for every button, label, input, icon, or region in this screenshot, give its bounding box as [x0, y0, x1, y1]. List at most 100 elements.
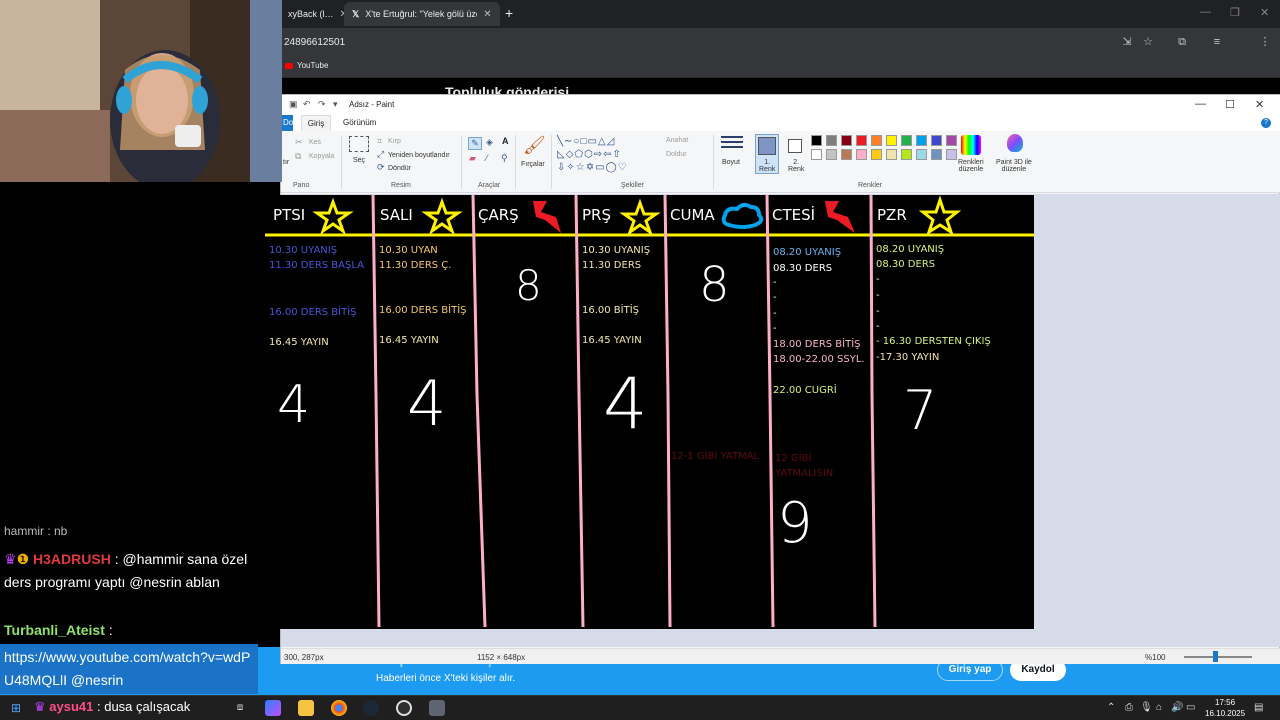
clock[interactable]: 17:56 16.10.2025 — [1205, 697, 1245, 719]
tab-view[interactable]: Görünüm — [343, 115, 376, 131]
close-window-icon[interactable]: ✕ — [1255, 98, 1264, 111]
task-view-icon[interactable]: ⧈ — [232, 700, 248, 716]
menu-icon[interactable]: ⋮ — [1258, 35, 1272, 49]
rotate-button[interactable]: Döndür — [388, 165, 411, 172]
color-swatch[interactable] — [841, 135, 852, 146]
browser-tab-active[interactable]: 𝕏 X'te Ertuğrul: "Yelek gölü üzerin… ✕ — [344, 2, 500, 26]
color-swatch[interactable] — [841, 149, 852, 160]
zoom-slider-thumb[interactable] — [1213, 651, 1218, 662]
eraser-icon[interactable]: ▰ — [469, 153, 476, 164]
badge-icon: ❶ — [16, 551, 30, 567]
paint3d-button[interactable]: Paint 3D ile düzenle — [996, 159, 1032, 173]
restore-icon[interactable]: ❐ — [1230, 6, 1240, 19]
maximize-icon[interactable]: ☐ — [1225, 98, 1235, 111]
chat-username[interactable]: Turbanli_Ateist — [4, 622, 105, 638]
color-swatch[interactable] — [871, 149, 882, 160]
brushes-button[interactable]: Fırçalar — [521, 161, 545, 168]
close-icon[interactable]: ✕ — [483, 9, 491, 20]
save-icon[interactable]: ▣ — [289, 99, 298, 110]
day-total: 4 — [277, 375, 311, 435]
star-icon — [312, 197, 354, 235]
drawing-canvas[interactable]: PTSI SALI ÇARŞ PRŞ CUMA CTESİ PZR 10.30 … — [265, 195, 1034, 629]
color-swatch[interactable] — [916, 149, 927, 160]
customize-icon[interactable]: ▾ — [333, 99, 338, 110]
chat-message-partial: hammir : nb — [4, 524, 68, 536]
color-swatch[interactable] — [886, 149, 897, 160]
copy-button[interactable]: Kopyala — [309, 153, 334, 160]
close-window-icon[interactable]: ✕ — [1260, 6, 1269, 19]
obs-icon[interactable] — [396, 700, 412, 716]
size-button[interactable]: Boyut — [722, 159, 740, 166]
shapes-gallery[interactable]: ╲∼○□▭△◿ ◺◇⬠⬡⇨⇦⇧ ⇩✧☆✡▭◯♡ — [557, 135, 657, 175]
pencil-icon[interactable]: ✎ — [468, 137, 482, 150]
url-text[interactable]: 24896612501 — [284, 37, 345, 48]
size-icon[interactable] — [721, 136, 743, 152]
extensions-icon[interactable]: ⧉ — [1175, 35, 1189, 49]
copilot-icon[interactable] — [265, 700, 281, 716]
chat-username[interactable]: H3ADRUSH — [33, 551, 111, 567]
paint3d-icon[interactable] — [1007, 134, 1023, 152]
windows-start-icon[interactable]: ⊞ — [8, 700, 24, 716]
help-icon[interactable]: ? — [1261, 118, 1271, 128]
paste-label[interactable]: tır — [283, 159, 289, 166]
color-swatch[interactable] — [946, 149, 957, 160]
clock-time: 17:56 — [1215, 698, 1236, 707]
color-swatch[interactable] — [916, 135, 927, 146]
color-swatch[interactable] — [871, 135, 882, 146]
color-swatch[interactable] — [931, 135, 942, 146]
color-swatch[interactable] — [901, 149, 912, 160]
battery-icon[interactable]: ▭ — [1186, 702, 1195, 713]
cut-button[interactable]: Kes — [309, 139, 321, 146]
tray-icon[interactable]: ⎙ — [1125, 702, 1133, 713]
minimize-icon[interactable]: — — [1195, 98, 1206, 110]
select-icon[interactable] — [349, 136, 369, 152]
select-button[interactable]: Seç — [353, 157, 365, 164]
tab-home[interactable]: Giriş — [301, 115, 331, 131]
outline-button[interactable]: Anahat — [666, 137, 688, 144]
redo-icon[interactable]: ↷ — [318, 99, 326, 110]
steam-icon[interactable] — [363, 700, 379, 716]
color-swatch[interactable] — [931, 149, 942, 160]
color1-swatch — [758, 137, 776, 155]
minimize-icon[interactable]: — — [1200, 6, 1211, 18]
edit-colors-icon[interactable] — [961, 135, 981, 155]
edit-colors-button[interactable]: Renkleri düzenle — [958, 159, 984, 173]
star-icon[interactable]: ☆ — [1141, 35, 1155, 49]
folder-icon[interactable] — [298, 700, 314, 716]
color-swatch[interactable] — [901, 135, 912, 146]
volume-icon[interactable]: 🔊 — [1171, 702, 1183, 713]
fill-button[interactable]: Doldur — [666, 151, 687, 158]
browser-tab[interactable]: xyBack (l… ✕ — [280, 2, 348, 26]
color-swatch[interactable] — [946, 135, 957, 146]
text-icon[interactable]: A — [502, 136, 509, 146]
playlist-icon[interactable]: ≡ — [1210, 35, 1224, 49]
magnifier-icon[interactable]: ⚲ — [501, 153, 508, 164]
chrome-icon[interactable] — [331, 700, 347, 716]
resize-button[interactable]: Yeniden boyutlandır — [388, 152, 450, 159]
mic-icon[interactable]: 🎙 — [1140, 702, 1153, 713]
notifications-icon[interactable]: ▤ — [1254, 702, 1263, 713]
color-swatch[interactable] — [811, 149, 822, 160]
zoom-slider[interactable] — [1184, 656, 1252, 658]
chat-username[interactable]: aysu41 — [49, 699, 93, 714]
undo-icon[interactable]: ↶ — [303, 99, 311, 110]
color-swatch[interactable] — [826, 149, 837, 160]
tab-file[interactable]: Dosya — [281, 115, 293, 131]
color-swatch[interactable] — [826, 135, 837, 146]
color-swatch[interactable] — [856, 135, 867, 146]
chevron-up-icon[interactable]: ⌃ — [1107, 702, 1115, 713]
color-swatch[interactable] — [886, 135, 897, 146]
install-icon[interactable]: ⇲ — [1120, 35, 1134, 49]
color-picker-icon[interactable]: ⁄ — [486, 153, 488, 163]
new-tab-icon[interactable]: + — [505, 6, 513, 20]
network-icon[interactable]: ⌂ — [1156, 702, 1162, 713]
crop-button[interactable]: Kırp — [388, 138, 401, 145]
bookmark-youtube[interactable]: YouTube — [285, 61, 328, 70]
color2-swatch[interactable] — [788, 139, 802, 153]
app-icon[interactable] — [429, 700, 445, 716]
color-swatch[interactable] — [856, 149, 867, 160]
fill-icon[interactable]: ◈ — [486, 137, 493, 148]
color-swatch[interactable] — [811, 135, 822, 146]
chat-link[interactable]: https://www.youtube.com/watch?v=wdPU48MQ… — [0, 644, 258, 694]
brush-icon[interactable]: 🖌 — [523, 135, 546, 156]
